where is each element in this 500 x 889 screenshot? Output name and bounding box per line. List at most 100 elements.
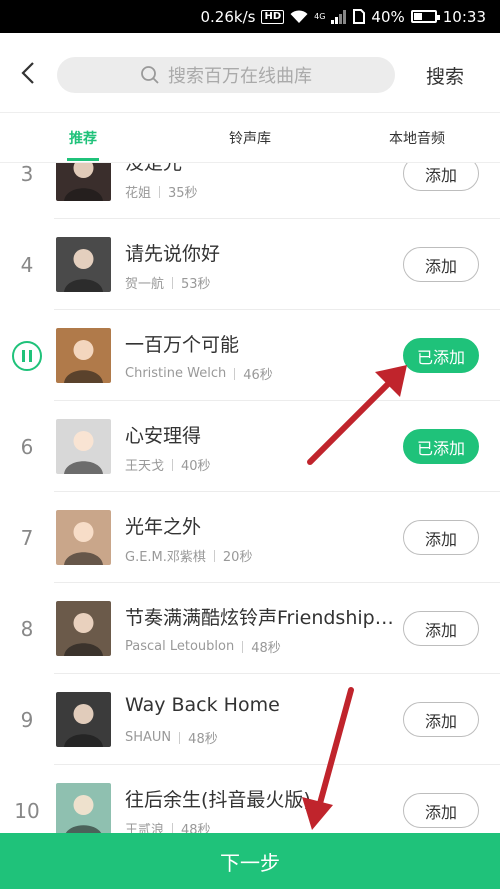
meta-separator (172, 822, 174, 833)
song-title: Way Back Home (125, 694, 280, 716)
add-button[interactable]: 添加 (403, 163, 479, 191)
sim-icon (353, 9, 366, 24)
add-button[interactable]: 添加 (403, 247, 479, 282)
tab-local-audio[interactable]: 本地音频 (354, 113, 480, 163)
meta-separator (172, 458, 174, 471)
artist-name: Pascal Letoublon (125, 639, 235, 654)
artist-thumbnail (56, 237, 111, 292)
song-duration: 40秒 (181, 459, 211, 474)
artist-thumbnail (56, 328, 111, 383)
song-title: 一百万个可能 (125, 334, 240, 356)
song-duration: 48秒 (251, 641, 281, 656)
next-step-button[interactable]: 下一步 (0, 833, 500, 889)
song-list[interactable]: 3 没是光 花姐 35秒 添加 4 请先说你好 贺一航 53秒 添加 一百万个可能 Christine… (0, 163, 500, 833)
song-rank: 8 (20, 616, 34, 641)
tab-label: 推荐 (69, 131, 97, 147)
song-meta: G.E.M.邓紫棋 20秒 (125, 546, 252, 565)
song-meta: 王天戈 40秒 (125, 455, 211, 474)
battery-icon (410, 10, 440, 23)
song-rank: 6 (20, 434, 34, 459)
back-button[interactable] (0, 33, 56, 113)
signal-icon (331, 9, 347, 24)
search-input[interactable]: 搜索百万在线曲库 (57, 57, 395, 93)
artist-name: 花姐 (125, 186, 152, 201)
search-placeholder: 搜索百万在线曲库 (168, 66, 312, 87)
song-title: 往后余生(抖音最火版) (125, 789, 311, 811)
person-icon (64, 340, 103, 383)
added-button[interactable]: 已添加 (403, 429, 479, 464)
artist-name: 王贰浪 (125, 823, 165, 833)
person-icon (64, 613, 103, 656)
artist-thumbnail (56, 419, 111, 474)
song-meta: 王贰浪 48秒 (125, 819, 211, 833)
song-rank: 10 (14, 798, 40, 823)
added-button[interactable]: 已添加 (403, 338, 479, 373)
meta-separator (172, 276, 174, 289)
meta-separator (179, 731, 181, 744)
song-row[interactable]: 3 没是光 花姐 35秒 添加 (0, 163, 500, 219)
add-button[interactable]: 添加 (403, 520, 479, 555)
tab-indicator (67, 158, 99, 161)
add-button[interactable]: 添加 (403, 702, 479, 737)
song-title: 请先说你好 (125, 243, 221, 265)
song-meta: Pascal Letoublon 48秒 (125, 637, 281, 656)
add-button[interactable]: 添加 (403, 611, 479, 646)
song-row[interactable]: 4 请先说你好贺一航 53秒 添加 (0, 219, 500, 310)
person-icon (64, 522, 103, 565)
clock: 10:33 (442, 7, 486, 26)
song-duration: 20秒 (222, 550, 253, 565)
song-row[interactable]: 一百万个可能 Christine Welch 46秒 已添加 (0, 310, 500, 401)
pause-button[interactable] (0, 310, 54, 401)
song-duration: 53秒 (181, 277, 211, 292)
person-icon (64, 431, 103, 474)
status-bar: 0.26k/s HD 4G 40% 10:33 (0, 0, 500, 33)
artist-thumbnail (56, 783, 111, 833)
add-button[interactable]: 添加 (403, 793, 479, 828)
artist-name: 贺一航 (125, 277, 165, 292)
tab-recommend[interactable]: 推荐 (20, 113, 146, 163)
person-icon (64, 163, 103, 201)
back-arrow-icon (21, 61, 34, 84)
artist-name: SHAUN (125, 730, 172, 745)
person-icon (65, 795, 102, 833)
song-row[interactable]: 6 心安理得王天戈 40秒 已添加 (0, 401, 500, 492)
tab-label: 本地音频 (389, 131, 445, 147)
person-icon (64, 249, 103, 292)
meta-separator (159, 185, 161, 198)
song-duration: 48秒 (188, 732, 218, 747)
search-button[interactable]: 搜索 (410, 57, 480, 93)
artist-thumbnail (56, 692, 111, 747)
person-icon (64, 704, 103, 747)
song-title: 心安理得 (125, 425, 202, 447)
song-rank: 9 (20, 707, 34, 732)
artist-thumbnail (56, 601, 111, 656)
song-meta: Christine Welch 46秒 (125, 364, 273, 383)
song-row[interactable]: 8 节奏满满酷炫铃声Friendships.. Pascal Letoublon 48… (0, 583, 500, 674)
song-meta: SHAUN 48秒 (125, 728, 218, 747)
tab-bar: 推荐 铃声库 本地音频 (0, 113, 500, 163)
meta-separator (242, 640, 244, 653)
network-speed: 0.26k/s (200, 7, 256, 26)
meta-separator (213, 549, 215, 562)
song-row[interactable]: 9 Way Back Home SHAUN 48秒 添加 (0, 674, 500, 765)
song-duration: 35秒 (168, 186, 198, 201)
song-title: 光年之外 (125, 516, 202, 538)
song-row[interactable]: 10 往后余生(抖音最火版) 王贰浪 48秒 添加 (0, 765, 500, 833)
song-title: 节奏满满酷炫铃声Friendships.. (125, 607, 395, 629)
pause-icon (12, 340, 42, 371)
search-header: 搜索百万在线曲库 搜索 (0, 33, 500, 113)
battery-percent: 40% (371, 7, 405, 26)
song-meta: 贺一航 53秒 (125, 273, 211, 292)
song-row[interactable]: 7 光年之外 G.E.M.邓紫棋 20秒 添加 (0, 492, 500, 583)
artist-thumbnail (56, 163, 111, 201)
song-rank: 4 (20, 252, 34, 277)
song-duration: 48秒 (181, 823, 211, 833)
tab-label: 铃声库 (229, 131, 271, 147)
hd-icon: HD (261, 9, 285, 24)
song-rank: 3 (20, 163, 34, 186)
wifi-icon (290, 9, 308, 24)
network-type: 4G (314, 12, 326, 21)
meta-separator (234, 367, 236, 380)
tab-ringtone-library[interactable]: 铃声库 (187, 113, 313, 163)
artist-name: Christine Welch (125, 366, 227, 381)
